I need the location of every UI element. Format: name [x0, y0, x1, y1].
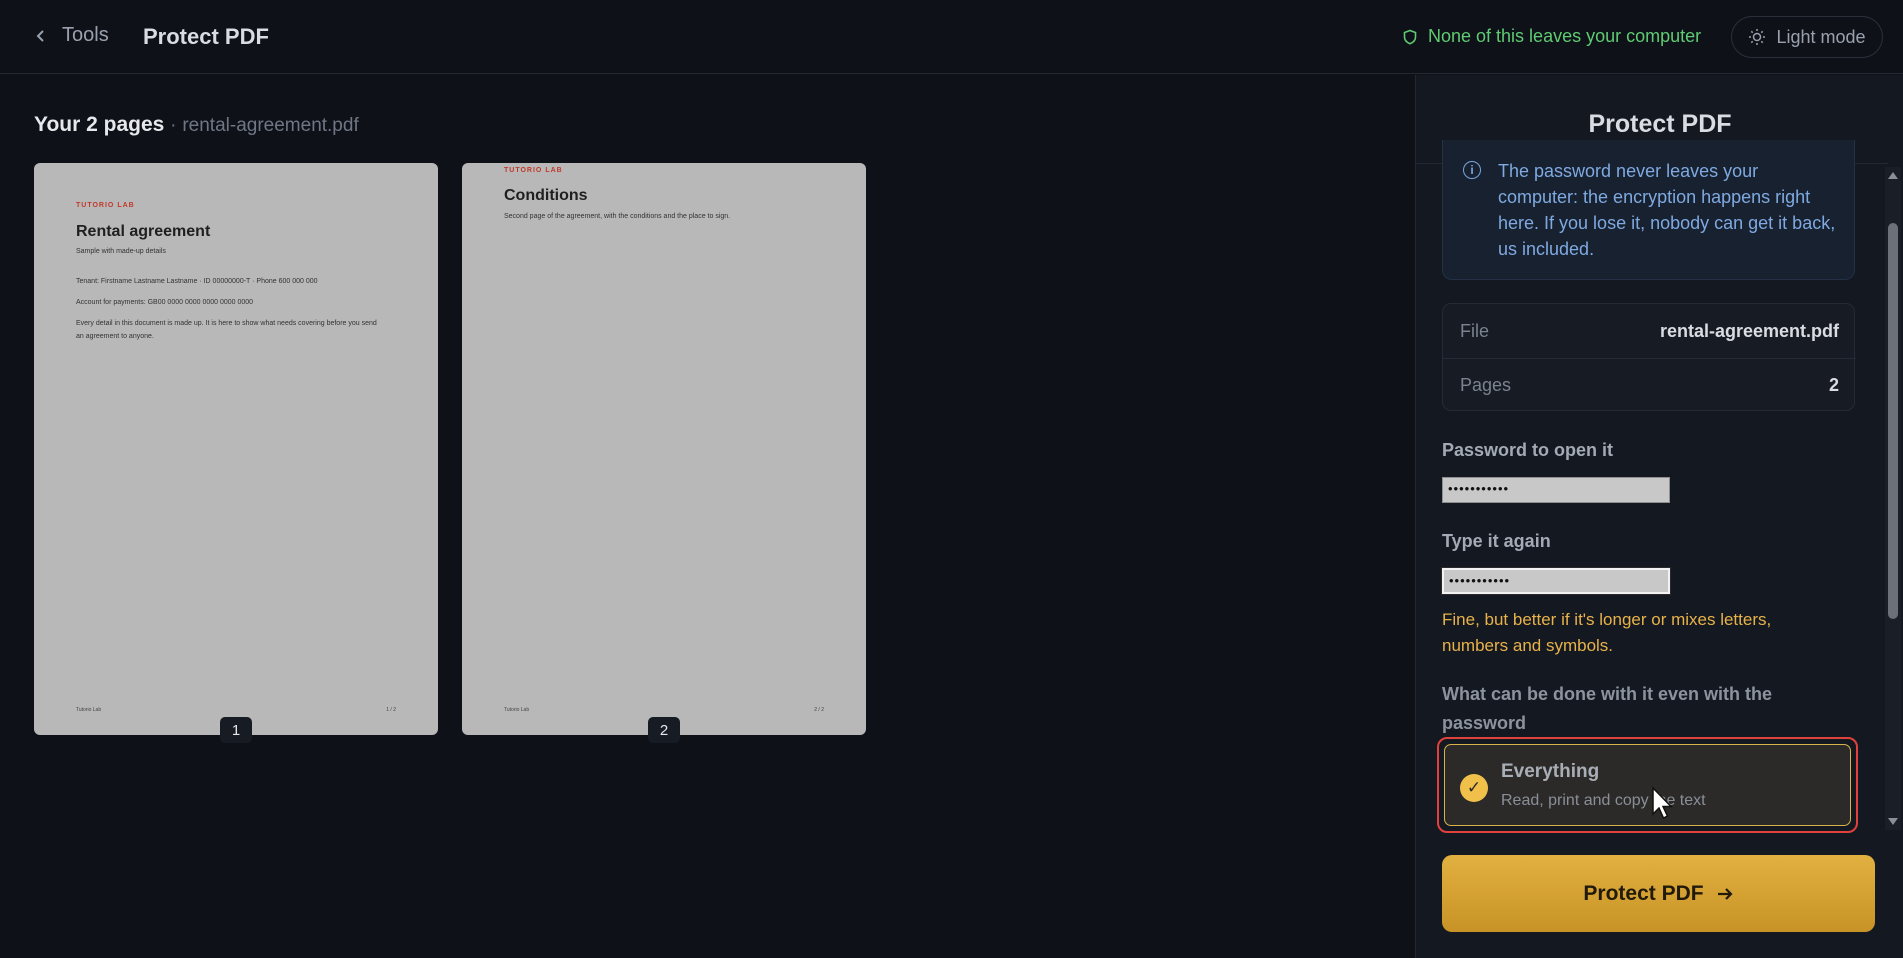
check-icon: ✓ — [1460, 774, 1488, 802]
file-label: File — [1460, 320, 1490, 341]
back-to-tools-link[interactable]: Tools — [34, 24, 109, 47]
privacy-notice: None of this leaves your computer — [1402, 26, 1701, 47]
info-text: The password never leaves your computer:… — [1498, 161, 1836, 259]
info-icon: i — [1463, 161, 1481, 179]
page-number-badge: 2 — [648, 717, 680, 743]
page-thumbnail-2[interactable]: TUTORIO LAB Conditions Second page of th… — [462, 163, 866, 735]
page-number-badge: 1 — [220, 717, 252, 743]
file-name-label: rental-agreement.pdf — [182, 115, 359, 136]
sun-icon — [1749, 29, 1766, 45]
password-input[interactable]: ••••••••••• — [1442, 477, 1670, 503]
panel-scrollbar[interactable] — [1885, 167, 1901, 830]
privacy-info-box: i The password never leaves your compute… — [1442, 140, 1855, 280]
back-label: Tools — [62, 24, 109, 46]
page-title: Protect PDF — [143, 24, 269, 49]
scroll-up-arrow[interactable] — [1888, 172, 1898, 179]
page-subtitle: Second page of the agreement, with the c… — [504, 213, 731, 220]
password-label: Password to open it — [1442, 440, 1614, 460]
scroll-down-arrow[interactable] — [1888, 818, 1898, 825]
privacy-text: None of this leaves your computer — [1428, 26, 1702, 46]
file-value: rental-agreement.pdf — [1659, 320, 1839, 341]
shield-icon — [1403, 29, 1417, 45]
heading-separator: · — [170, 115, 177, 136]
confirm-password-label: Type it again — [1442, 531, 1551, 551]
pages-heading: Your 2 pages · rental-agreement.pdf — [34, 113, 359, 137]
pages-label: Pages — [1460, 375, 1512, 395]
page-brand: TUTORIO LAB — [76, 202, 135, 209]
permissions-label: What can be done with it even with the p… — [1442, 684, 1773, 733]
mouse-cursor-icon — [1652, 786, 1673, 820]
confirm-password-input[interactable]: ••••••••••• — [1441, 567, 1671, 595]
light-mode-label: Light mode — [1776, 26, 1866, 47]
protect-pdf-button[interactable]: Protect PDF — [1442, 855, 1875, 932]
panel-title: Protect PDF — [1588, 110, 1732, 138]
page-text-line: Tenant: Firstname Lastname Lastname · ID… — [76, 278, 318, 285]
file-row: File rental-agreement.pdf — [1443, 304, 1856, 358]
page-subtitle: Sample with made-up details — [76, 248, 166, 255]
page-text-line: an agreement to anyone. — [76, 333, 154, 340]
option-card[interactable]: ✓ Everything Read, print and copy the te… — [1444, 744, 1851, 826]
light-mode-toggle[interactable]: Light mode — [1731, 16, 1883, 58]
top-bar: Tools Protect PDF None of this leaves yo… — [0, 0, 1903, 74]
page-footer-right: 1 / 2 — [386, 707, 396, 713]
page-footer-left: Tutorio Lab — [76, 707, 102, 713]
page-heading: Rental agreement — [76, 223, 211, 240]
page-text-line: Account for payments: GB00 0000 0000 000… — [76, 299, 254, 306]
pages-row: Pages 2 — [1443, 358, 1856, 412]
page-count-label: Your 2 pages — [34, 113, 165, 136]
permission-option-everything[interactable]: ✓ Everything Read, print and copy the te… — [1437, 737, 1858, 833]
pages-value: 2 — [1828, 375, 1839, 395]
page-text-line: Every detail in this document is made up… — [76, 320, 377, 327]
file-summary: File rental-agreement.pdf Pages 2 — [1442, 303, 1856, 412]
page-footer-left: Tutorio Lab — [504, 707, 530, 713]
option-title: Everything — [1501, 761, 1600, 782]
page-heading: Conditions — [504, 187, 588, 204]
page-footer-right: 2 / 2 — [814, 707, 824, 713]
arrow-right-icon — [1717, 887, 1733, 900]
protect-button-label: Protect PDF — [1583, 881, 1704, 905]
chevron-left-icon — [36, 29, 44, 42]
page-thumbnail-1[interactable]: TUTORIO LAB Rental agreement Sample with… — [34, 163, 438, 735]
scroll-thumb[interactable] — [1888, 223, 1898, 619]
password-strength-hint: Fine, but better if it's longer or mixes… — [1442, 610, 1772, 655]
page-brand: TUTORIO LAB — [504, 167, 563, 174]
